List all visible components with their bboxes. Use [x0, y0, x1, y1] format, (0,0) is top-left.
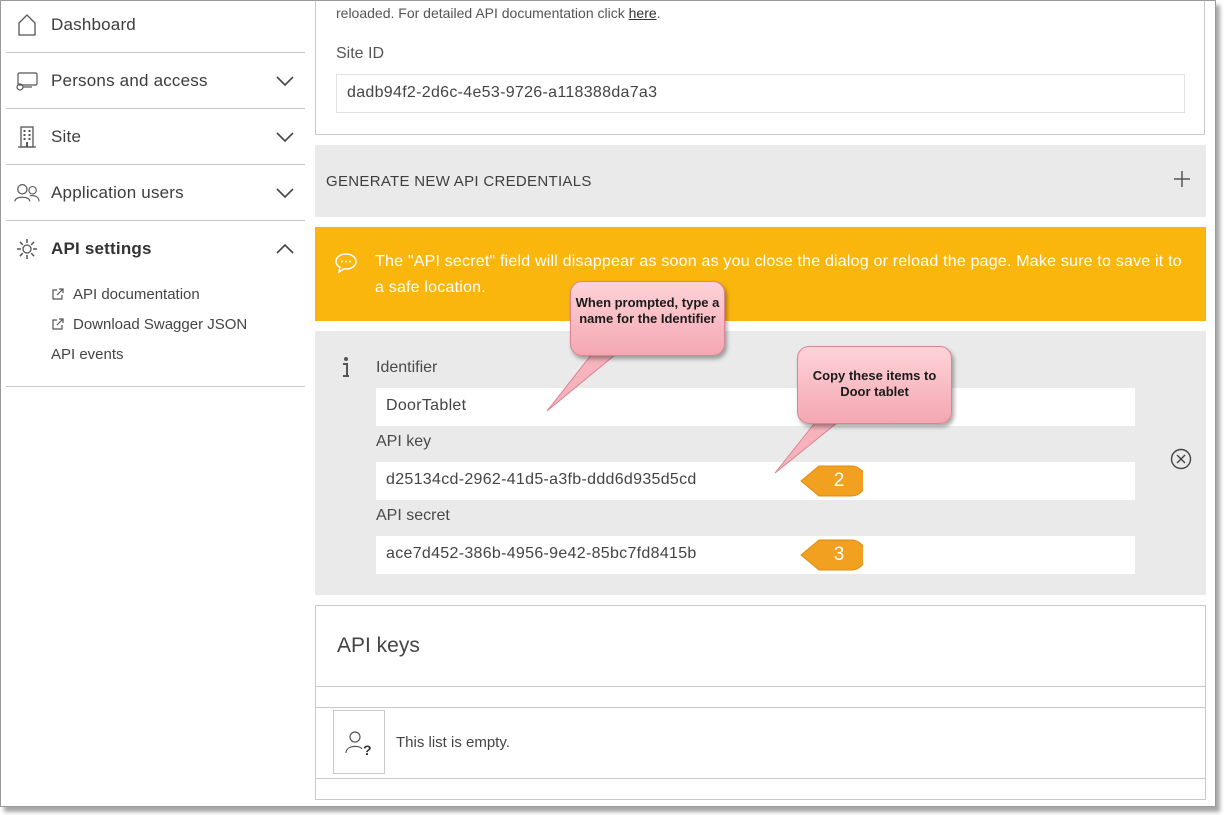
sidebar-item-api-settings[interactable]: API settings: [6, 221, 305, 277]
api-key-field[interactable]: d25134cd-2962-41d5-a3fb-ddd6d935d5cd: [376, 462, 1135, 500]
sidebar-subitem-api-documentation[interactable]: API documentation: [51, 279, 247, 309]
sidebar-item-label: Dashboard: [51, 14, 136, 34]
close-circle-icon[interactable]: [1170, 448, 1192, 470]
api-doc-here-link[interactable]: here: [629, 5, 657, 21]
empty-list-text: This list is empty.: [396, 734, 510, 751]
callout-copy-hint: Copy these items to Door tablet: [797, 346, 952, 424]
chevron-down-icon[interactable]: [275, 183, 295, 203]
home-icon: [14, 12, 40, 38]
api-secret-field[interactable]: ace7d452-386b-4956-9e42-85bc7fd8415b: [376, 536, 1135, 574]
site-info-card: reloaded. For detailed API documentation…: [315, 1, 1205, 135]
api-doc-hint-text: reloaded. For detailed API documentation…: [336, 5, 629, 21]
plus-icon[interactable]: [1172, 169, 1192, 189]
site-id-field[interactable]: dadb94f2-2d6c-4e53-9726-a118388da7a3: [336, 74, 1185, 113]
sidebar-item-persons-and-access[interactable]: Persons and access: [6, 53, 305, 109]
identifier-label: Identifier: [376, 359, 438, 376]
api-secret-warning: The "API secret" field will disappear as…: [315, 227, 1206, 321]
external-link-icon: [52, 288, 64, 300]
building-icon: [14, 124, 40, 150]
id-card-icon: [14, 68, 40, 94]
api-key-label: API key: [376, 433, 432, 450]
step-badge-2-number: 2: [833, 470, 845, 491]
sidebar-item-site[interactable]: Site: [6, 109, 305, 165]
api-keys-title: API keys: [337, 634, 420, 657]
new-credentials-panel: Identifier DoorTablet API key d25134cd-2…: [315, 331, 1206, 595]
identifier-field[interactable]: DoorTablet: [376, 388, 1135, 426]
api-settings-submenu: API documentation Download Swagger JSON …: [51, 279, 247, 369]
svg-text:?: ?: [363, 742, 372, 757]
chevron-down-icon[interactable]: [275, 127, 295, 147]
external-link-icon: [52, 318, 64, 330]
gear-icon: [14, 236, 40, 262]
api-doc-hint-suffix: .: [656, 5, 661, 21]
sidebar-item-label: Persons and access: [51, 70, 208, 90]
sidebar-subitem-api-events[interactable]: API events: [51, 339, 247, 369]
sidebar-item-label: Application users: [51, 182, 184, 202]
speech-bubble-icon: [335, 253, 357, 274]
api-keys-card: API keys ? This list is empty.: [315, 605, 1206, 800]
sidebar-item-dashboard[interactable]: Dashboard: [6, 1, 305, 53]
user-question-icon: ?: [345, 731, 372, 757]
api-secret-label: API secret: [376, 507, 450, 524]
chevron-down-icon[interactable]: [275, 71, 295, 91]
callout-identifier-hint: When prompted, type a name for the Ident…: [570, 281, 725, 356]
sidebar-subitem-label: API events: [51, 345, 124, 363]
generate-credentials-bar[interactable]: GENERATE NEW API CREDENTIALS: [315, 145, 1206, 217]
generate-credentials-label: GENERATE NEW API CREDENTIALS: [326, 172, 592, 190]
sidebar-subitem-download-swagger-json[interactable]: Download Swagger JSON: [51, 309, 247, 339]
sidebar-item-label: Site: [51, 126, 82, 146]
divider: [316, 686, 1205, 687]
site-id-label: Site ID: [336, 45, 385, 62]
step-badge-3-number: 3: [833, 544, 845, 565]
divider: [316, 778, 1205, 779]
sidebar-subitem-label: API documentation: [73, 285, 200, 303]
info-icon: [343, 357, 349, 377]
users-icon: [14, 180, 40, 206]
warning-message: The "API secret" field will disappear as…: [375, 253, 1182, 296]
sidebar-subitem-label: Download Swagger JSON: [73, 315, 248, 333]
chevron-up-icon[interactable]: [275, 239, 295, 259]
sidebar-item-application-users[interactable]: Application users: [6, 165, 305, 221]
app-window: Dashboard Persons and access Site Applic…: [0, 0, 1216, 807]
empty-state-icon-box: ?: [333, 710, 385, 774]
divider: [316, 707, 1205, 708]
sidebar: Dashboard Persons and access Site Applic…: [6, 1, 305, 387]
api-doc-hint: reloaded. For detailed API documentation…: [336, 5, 661, 21]
sidebar-item-label: API settings: [51, 239, 152, 258]
